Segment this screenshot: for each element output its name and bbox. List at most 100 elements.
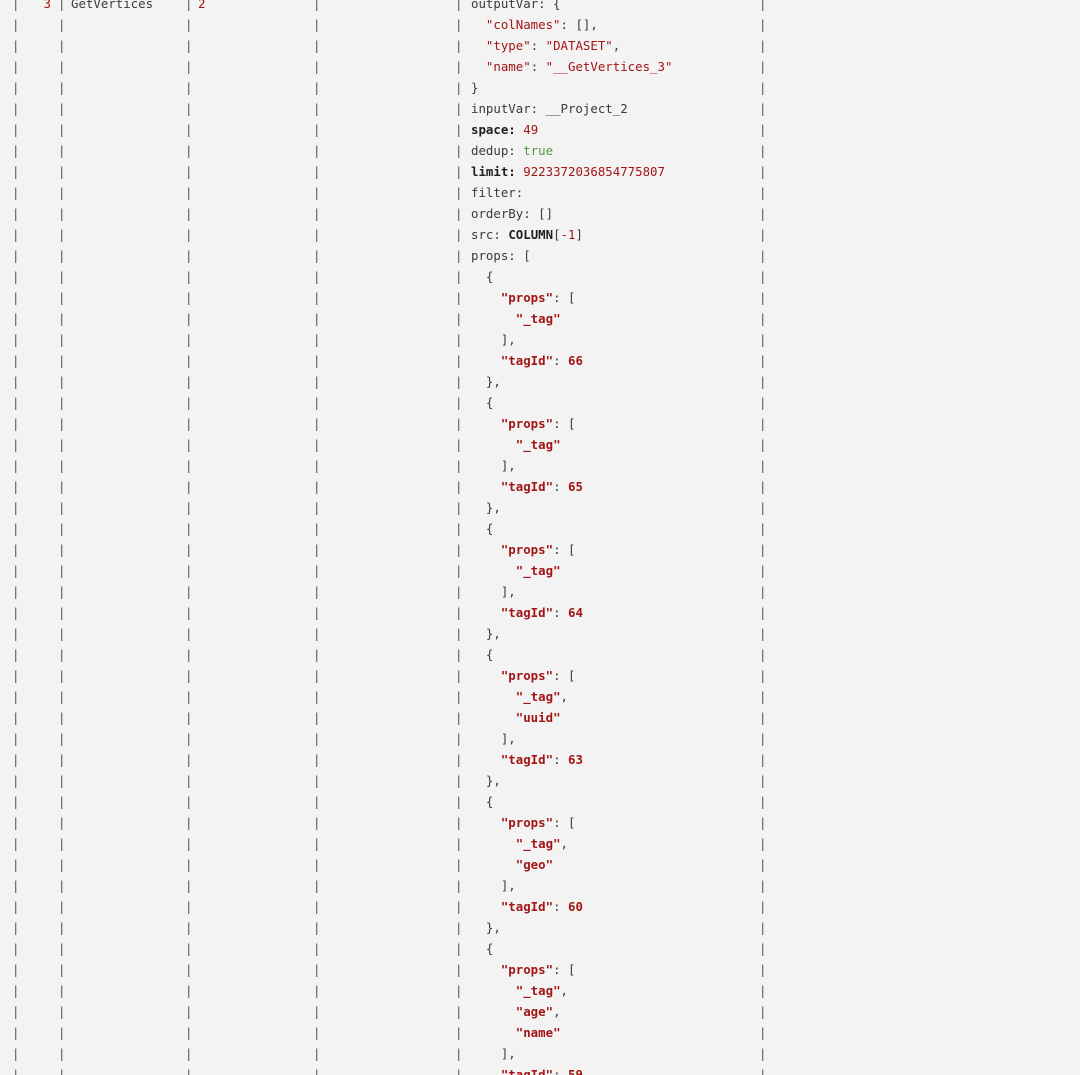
table-row: | | | | | | "uuid" [0,707,1080,728]
details-line: ], [471,728,516,749]
table-row: | | | | | | ], [0,581,1080,602]
table-row: | | | | | | 3 GetVertices 2 outputVar: { [0,0,1080,14]
table-row: | | | | | | "_tag" [0,560,1080,581]
details-line: } [471,77,478,98]
table-row: | | | | | | "props": [ [0,287,1080,308]
column-separator: | [313,437,321,452]
details-line: "props": [ [471,287,576,308]
column-separator: | [313,458,321,473]
details-token: { [471,941,494,956]
details-token: { [471,395,494,410]
column-separator: | [455,101,463,116]
column-separator: | [455,500,463,515]
column-separator: | [58,416,66,431]
column-separator: | [313,605,321,620]
column-separator: | [455,353,463,368]
details-line: src: COLUMN[-1] [471,224,583,245]
details-token: "uuid" [515,710,561,725]
column-separator: | [58,710,66,725]
column-separator: | [455,1025,463,1040]
column-separator: | [759,479,767,494]
details-token [471,605,501,620]
details-token [471,689,516,704]
details-token: "props" [500,668,554,683]
table-row: | | | | | | "tagId": 60 [0,896,1080,917]
details-token [471,353,501,368]
details-line: ], [471,875,516,896]
column-separator: | [12,1067,20,1075]
details-token: "geo" [515,857,554,872]
column-separator: | [455,458,463,473]
column-separator: | [12,1025,20,1040]
column-separator: | [12,605,20,620]
column-separator: | [185,227,193,242]
details-token: }, [471,920,501,935]
table-row: | | | | | | "geo" [0,854,1080,875]
column-separator: | [185,353,193,368]
column-separator: | [12,227,20,242]
column-separator: | [455,521,463,536]
table-row: | | | | | |} [0,77,1080,98]
details-line: "geo" [471,854,553,875]
details-line: ], [471,581,516,602]
column-separator: | [185,584,193,599]
column-separator: | [185,647,193,662]
column-separator: | [58,878,66,893]
column-separator: | [759,80,767,95]
table-row: | | | | | | { [0,791,1080,812]
table-row: | | | | | | ], [0,875,1080,896]
column-separator: | [313,584,321,599]
column-separator: | [185,899,193,914]
table-row: | | | | | | ], [0,329,1080,350]
column-separator: | [12,878,20,893]
column-separator: | [185,143,193,158]
column-separator: | [759,731,767,746]
column-separator: | [58,815,66,830]
details-token: "props" [500,815,554,830]
details-token [471,983,516,998]
column-separator: | [455,479,463,494]
column-separator: | [313,815,321,830]
details-line: "props": [ [471,539,576,560]
table-row: | | | | | | }, [0,770,1080,791]
column-separator: | [455,269,463,284]
details-token: ], [471,458,516,473]
details-line: "name": "__GetVertices_3" [471,56,673,77]
details-token: ], [471,332,516,347]
table-row: | | | | | | "tagId": 59 [0,1064,1080,1075]
table-row: | | | | | | limit: 9223372036854775807 [0,161,1080,182]
column-separator: | [12,689,20,704]
column-separator: | [759,227,767,242]
column-separator: | [185,458,193,473]
column-separator: | [313,647,321,662]
column-separator: | [12,101,20,116]
column-separator: | [313,80,321,95]
column-separator: | [455,0,463,11]
column-separator: | [313,185,321,200]
details-line: "props": [ [471,959,576,980]
column-separator: | [759,122,767,137]
column-separator: | [12,563,20,578]
details-line: { [471,938,493,959]
column-separator: | [759,1025,767,1040]
column-separator: | [185,941,193,956]
details-token [471,290,501,305]
details-token: "tagId" [500,479,554,494]
column-separator: | [12,752,20,767]
column-separator: | [759,290,767,305]
details-token: , [560,689,568,704]
details-token: , [560,836,568,851]
column-separator: | [313,899,321,914]
column-separator: | [313,206,321,221]
column-separator: | [58,962,66,977]
details-line: inputVar: __Project_2 [471,98,628,119]
details-token: "tagId" [500,1067,554,1075]
column-separator: | [185,794,193,809]
details-line: }, [471,497,501,518]
table-row: | | | | | | "props": [ [0,539,1080,560]
details-token: : [553,899,568,914]
column-separator: | [313,227,321,242]
details-line: "_tag", [471,980,568,1001]
column-separator: | [58,1046,66,1061]
details-line: "type": "DATASET", [471,35,620,56]
